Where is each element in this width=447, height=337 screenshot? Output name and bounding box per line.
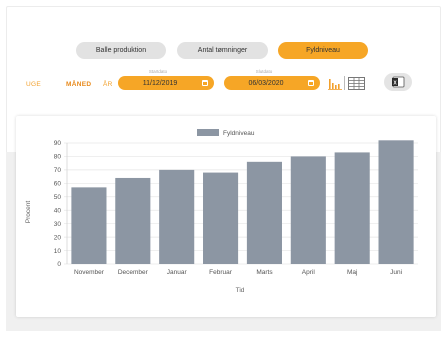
y-tick-label: 70	[54, 167, 62, 174]
x-tick-label: Maj	[347, 269, 357, 276]
bar-november[interactable]	[71, 187, 107, 264]
y-tick-label: 80	[54, 154, 62, 161]
x-tick-label: Juni	[390, 269, 402, 276]
bar-juni[interactable]	[378, 140, 414, 264]
y-axis-ticks: 0 10 20 30 40 50 60 70 80 90	[54, 140, 62, 268]
bar-februar[interactable]	[203, 172, 239, 264]
excel-export-icon[interactable]: X	[384, 73, 412, 91]
start-date-value: 11/12/2019	[142, 79, 178, 87]
x-tick-label: Marts	[256, 269, 273, 276]
end-date-caption: Slutdato	[255, 69, 273, 74]
chart-bars	[71, 140, 414, 264]
bar-marts[interactable]	[246, 161, 282, 264]
legend-label: Fyldniveau	[223, 130, 255, 137]
x-axis-label: Tid	[236, 287, 245, 294]
x-tick-label: April	[302, 269, 316, 276]
legend-swatch	[197, 129, 219, 136]
chart-legend: Fyldniveau	[197, 129, 255, 137]
start-date-picker[interactable]: 11/12/2019	[118, 76, 214, 90]
y-tick-label: 90	[54, 140, 62, 147]
x-tick-label: Januar	[167, 269, 188, 276]
y-axis-label: Procent	[25, 201, 32, 224]
chart-card: 0 10 20 30 40 50 60 70 80 90 November December Janu…	[16, 116, 436, 317]
tab-bar: Balle produktion Antal tømninger Fyldniv…	[0, 42, 447, 60]
y-tick-label: 0	[57, 261, 61, 268]
y-tick-label: 10	[54, 248, 62, 255]
bar-april[interactable]	[290, 156, 326, 264]
tab-fyldniveau[interactable]: Fyldniveau	[278, 42, 368, 59]
bar-maj[interactable]	[334, 152, 370, 264]
x-axis-ticks: November December Januar Februar Marts April M…	[74, 269, 402, 276]
x-tick-label: November	[74, 269, 105, 276]
bar-januar[interactable]	[159, 169, 195, 264]
fill-level-chart: 0 10 20 30 40 50 60 70 80 90 November December Janu…	[25, 129, 418, 294]
calendar-icon	[308, 80, 314, 86]
tab-balle-produktion[interactable]: Balle produktion	[76, 42, 166, 59]
y-tick-label: 60	[54, 181, 62, 188]
end-date-value: 06/03/2020	[248, 79, 284, 87]
period-week[interactable]: UGE	[26, 81, 41, 88]
y-tick-label: 30	[54, 221, 62, 228]
bar-december[interactable]	[115, 177, 151, 264]
y-tick-label: 50	[54, 194, 62, 201]
y-tick-label: 40	[54, 207, 62, 214]
start-date-caption: Startdato	[148, 69, 168, 74]
y-tick-label: 20	[54, 234, 62, 241]
table-icon[interactable]	[348, 77, 365, 90]
bar-chart-icon[interactable]	[328, 76, 342, 90]
end-date-picker[interactable]: 06/03/2020	[224, 76, 320, 90]
period-month[interactable]: MÅNED	[66, 81, 91, 88]
tab-antal-tomninger[interactable]: Antal tømninger	[177, 42, 268, 59]
x-tick-label: Februar	[209, 269, 233, 276]
period-year[interactable]: ÅR	[103, 81, 113, 88]
x-tick-label: December	[118, 269, 149, 276]
calendar-icon	[202, 80, 208, 86]
view-divider	[344, 76, 345, 90]
